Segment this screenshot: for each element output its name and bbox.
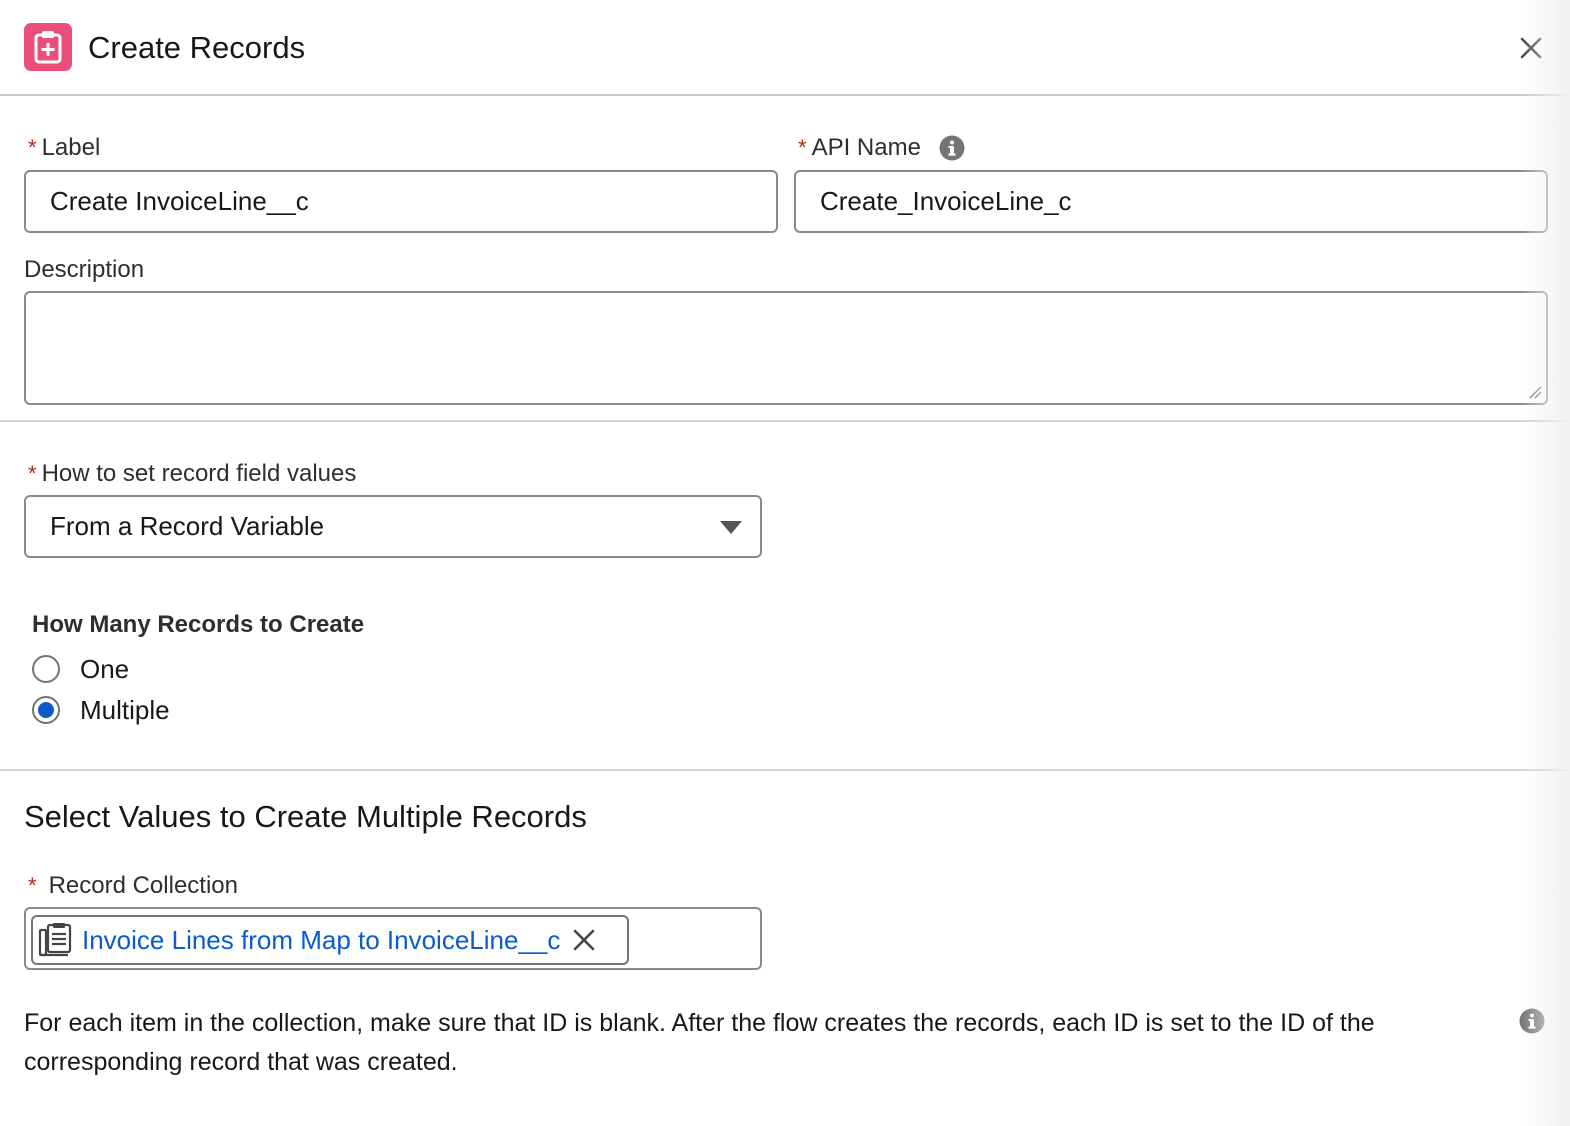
required-mark: * bbox=[28, 135, 37, 160]
clipboard-plus-icon bbox=[24, 23, 72, 71]
info-icon[interactable] bbox=[1519, 1008, 1545, 1034]
description-textarea[interactable] bbox=[24, 291, 1548, 405]
radio-option-one[interactable]: One bbox=[32, 654, 129, 684]
api-name-input[interactable]: Create_InvoiceLine_c bbox=[794, 170, 1548, 233]
pill-label[interactable]: Invoice Lines from Map to InvoiceLine__c bbox=[82, 925, 560, 956]
resize-handle-icon[interactable] bbox=[1526, 383, 1542, 399]
description-label: Description bbox=[24, 256, 145, 283]
radio-button-selected[interactable] bbox=[32, 696, 60, 724]
label-input[interactable]: Create InvoiceLine__c bbox=[24, 170, 778, 233]
required-mark: * bbox=[28, 461, 37, 486]
required-mark: * bbox=[798, 135, 807, 160]
radio-label: One bbox=[80, 654, 130, 684]
collection-icon bbox=[38, 923, 72, 957]
record-collection-pill[interactable]: Invoice Lines from Map to InvoiceLine__c bbox=[31, 915, 629, 965]
radio-option-multiple[interactable]: Multiple bbox=[32, 695, 170, 725]
remove-icon[interactable] bbox=[572, 928, 596, 952]
info-icon[interactable] bbox=[939, 135, 965, 161]
modal-title: Create Records bbox=[88, 30, 306, 65]
section-divider bbox=[0, 769, 1570, 771]
field-values-select[interactable]: From a Record Variable bbox=[24, 495, 762, 558]
field-values-label: * How to set record field values bbox=[28, 460, 357, 487]
record-collection-label: * Record Collection bbox=[28, 872, 238, 899]
modal-edge-shadow bbox=[1520, 0, 1570, 1126]
record-count-title: How Many Records to Create bbox=[32, 611, 365, 638]
section-title: Select Values to Create Multiple Records bbox=[24, 799, 587, 834]
label-field-label: * Label bbox=[28, 134, 101, 161]
caret-down-icon bbox=[720, 521, 742, 534]
required-mark: * bbox=[28, 873, 37, 898]
help-text: For each item in the collection, make su… bbox=[24, 1009, 1375, 1076]
close-icon[interactable] bbox=[1514, 31, 1548, 65]
radio-button[interactable] bbox=[32, 655, 60, 683]
section-divider bbox=[0, 420, 1570, 422]
radio-label: Multiple bbox=[80, 695, 170, 725]
modal-header: Create Records bbox=[0, 0, 1570, 96]
api-name-field-label: * API Name bbox=[798, 133, 965, 163]
